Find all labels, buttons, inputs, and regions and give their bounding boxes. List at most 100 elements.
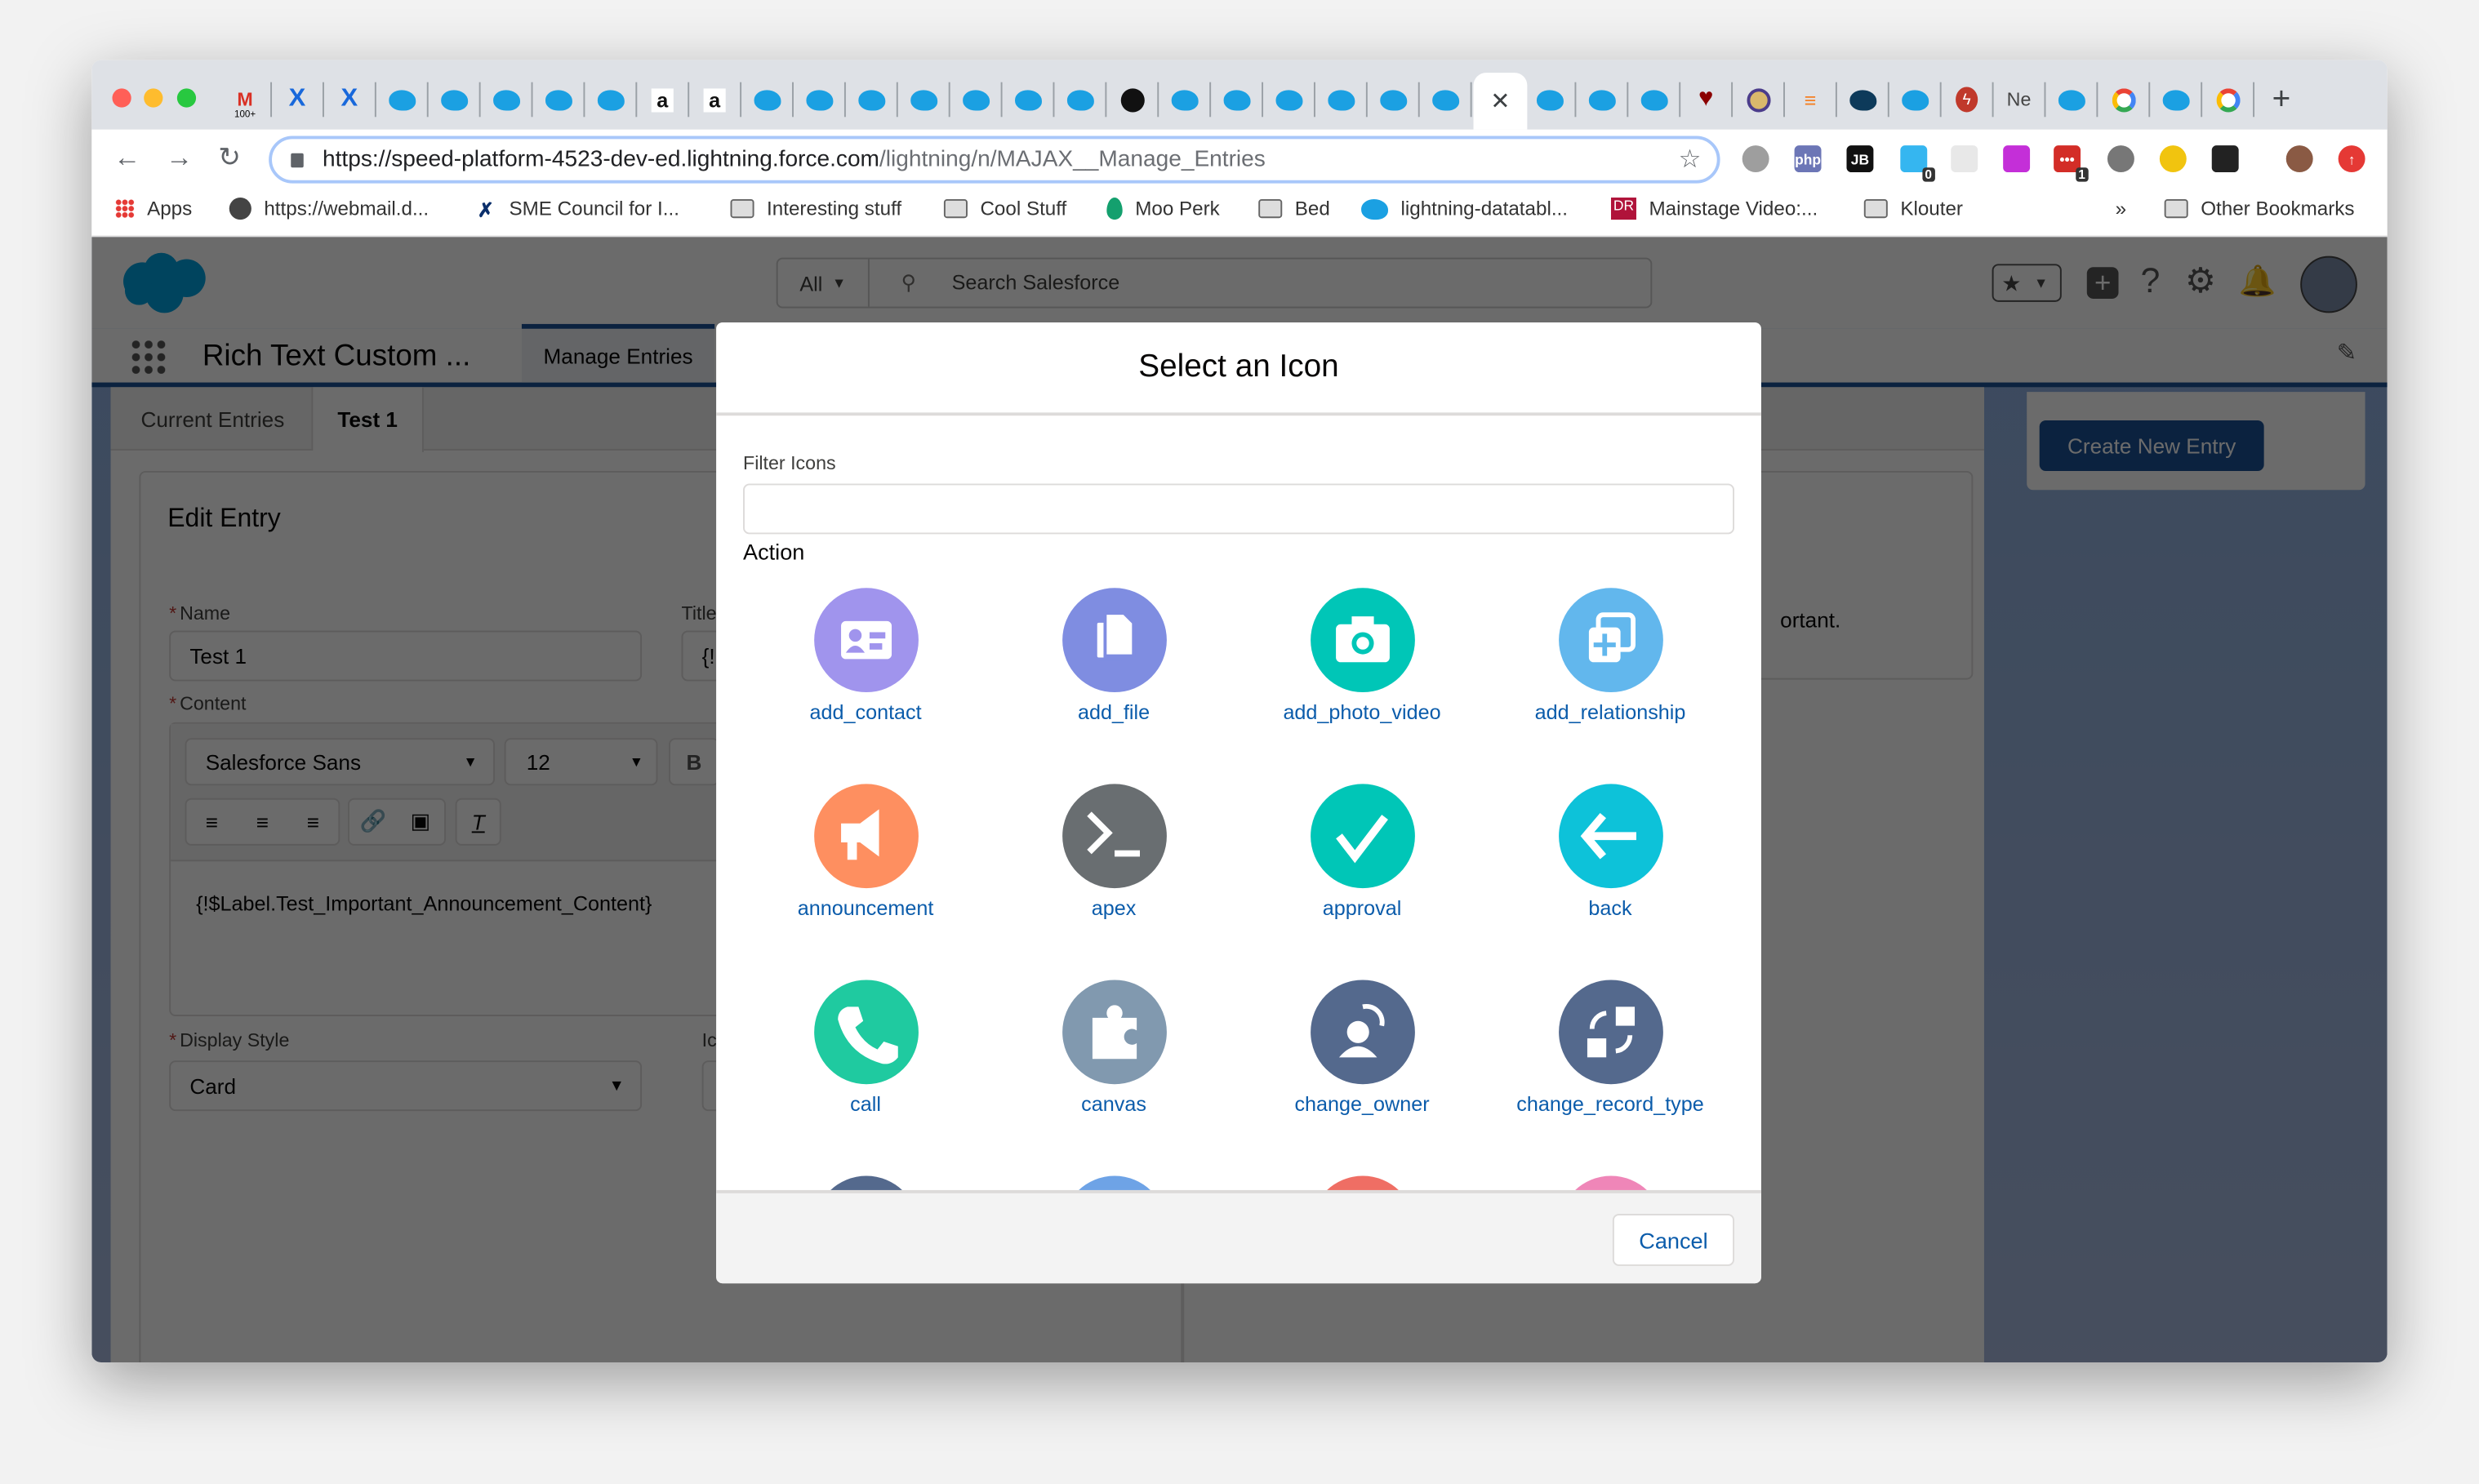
icon-option-canvas[interactable]: canvas bbox=[990, 980, 1238, 1116]
bookmark-item[interactable]: Apps bbox=[115, 198, 192, 220]
icon-option-change-record-type[interactable]: change_record_type bbox=[1486, 980, 1734, 1116]
tab-salesforce-cloud-icon[interactable] bbox=[2161, 86, 2190, 114]
tab-salesforce-cloud-icon[interactable] bbox=[492, 86, 520, 114]
align-right-icon[interactable]: ≡ bbox=[287, 810, 338, 833]
tab-salesforce-cloud-icon[interactable] bbox=[387, 86, 416, 114]
tab-salesforce-cloud-icon[interactable] bbox=[1275, 86, 1303, 114]
align-left-icon[interactable]: ≡ bbox=[186, 810, 237, 833]
close-tab-icon[interactable]: ✕ bbox=[1490, 87, 1510, 115]
bookmark-item[interactable]: Cool Stuff bbox=[943, 198, 1066, 220]
tab-salesforce-cloud-icon[interactable] bbox=[1170, 86, 1199, 114]
name-input[interactable]: Test 1 bbox=[169, 630, 643, 682]
rss-extension-icon[interactable] bbox=[2003, 145, 2031, 173]
search-scope-dropdown[interactable]: All ▼ bbox=[778, 259, 870, 307]
tab-salesforce-cloud-icon[interactable] bbox=[1900, 86, 1929, 114]
tab-salesforce-cloud-icon[interactable] bbox=[1378, 86, 1407, 114]
tab-salesforce-cloud-icon[interactable] bbox=[1013, 86, 1042, 114]
bold-button[interactable]: B bbox=[669, 738, 719, 786]
cancel-button[interactable]: Cancel bbox=[1612, 1214, 1735, 1266]
font-size-select[interactable]: 12 ▼ bbox=[504, 738, 658, 786]
create-new-entry-button[interactable]: Create New Entry bbox=[2039, 420, 2264, 471]
icon-option[interactable] bbox=[1238, 1175, 1486, 1190]
bookmark-star-icon[interactable]: ☆ bbox=[1679, 144, 1702, 176]
user-avatar[interactable] bbox=[2300, 255, 2357, 313]
font-family-select[interactable]: Salesforce Sans ▼ bbox=[185, 738, 496, 786]
tab-salesforce-cloud-icon[interactable] bbox=[857, 86, 885, 114]
bookmarks-overflow-button[interactable]: » bbox=[2116, 198, 2126, 220]
bookmark-item[interactable]: lightning-datatabl... bbox=[1361, 198, 1568, 220]
icon-option-change-owner[interactable]: change_owner bbox=[1238, 980, 1486, 1116]
tab-salesforce-cloud-icon[interactable] bbox=[1535, 86, 1564, 114]
tab-salesforce-cloud-icon[interactable] bbox=[1431, 86, 1459, 114]
tab-salesforce-cloud-icon[interactable] bbox=[1640, 86, 1668, 114]
jetbrains-extension-icon[interactable]: JB bbox=[1846, 145, 1874, 173]
back-button[interactable]: ← bbox=[113, 142, 140, 174]
icon-option-call[interactable]: call bbox=[741, 980, 990, 1116]
icon-option-announcement[interactable]: announcement bbox=[741, 784, 990, 920]
tab-salesforce-cloud-icon[interactable] bbox=[753, 86, 781, 114]
php-extension-icon[interactable]: php bbox=[1794, 145, 1822, 173]
icon-option-apex[interactable]: apex bbox=[990, 784, 1238, 920]
tab-heart-icon[interactable]: ♥ bbox=[1692, 86, 1720, 114]
tab-salesforce-cloud-icon[interactable] bbox=[1587, 86, 1616, 114]
upload-extension-icon[interactable]: ↑ bbox=[2338, 145, 2366, 173]
tab-salesforce-cloud-icon[interactable] bbox=[439, 86, 468, 114]
icon-option-approval[interactable]: approval bbox=[1238, 784, 1486, 920]
tab-current-entries[interactable]: Current Entries bbox=[113, 387, 314, 451]
tab-salesforce-cloud-icon[interactable] bbox=[909, 86, 937, 114]
clear-formatting-icon[interactable]: T bbox=[455, 798, 501, 846]
avatar-extension-icon[interactable] bbox=[2285, 145, 2313, 173]
nav-tab-manage-entries[interactable]: Manage Entries bbox=[521, 323, 715, 383]
close-window-button[interactable] bbox=[112, 88, 131, 108]
target-extension-icon[interactable] bbox=[2159, 145, 2187, 173]
filter-icons-input[interactable] bbox=[743, 483, 1735, 535]
ghost-extension-icon[interactable]: 0 bbox=[1900, 145, 1935, 182]
tab-google-icon[interactable] bbox=[2214, 86, 2242, 114]
tab-salesforce-cloud-icon[interactable] bbox=[805, 86, 834, 114]
help-icon[interactable]: ? bbox=[2141, 260, 2161, 301]
tab-cloud-dark-icon[interactable] bbox=[1848, 86, 1876, 114]
tab-ne-icon[interactable]: Ne bbox=[2005, 86, 2033, 114]
tab-salesforce-cloud-icon[interactable] bbox=[1222, 86, 1251, 114]
salesforce-logo[interactable] bbox=[117, 250, 211, 316]
content-text[interactable]: {!$Label.Test_Important_Announcement_Con… bbox=[196, 891, 652, 915]
minimize-window-button[interactable] bbox=[144, 88, 163, 108]
tab-github-icon[interactable] bbox=[1118, 86, 1146, 114]
new-tab-button[interactable]: + bbox=[2268, 82, 2296, 117]
icon-option-add-relationship[interactable]: add_relationship bbox=[1486, 588, 1734, 724]
global-create-button[interactable]: + bbox=[2086, 267, 2119, 299]
bookmark-item[interactable]: ✗ SME Council for I... bbox=[478, 198, 679, 221]
icon-option[interactable] bbox=[1486, 1175, 1734, 1190]
tab-amazon-icon[interactable]: a bbox=[648, 86, 677, 114]
tab-salesforce-cloud-icon[interactable] bbox=[544, 86, 572, 114]
gear-extension-icon[interactable] bbox=[1742, 145, 1769, 173]
tab-bolt-icon[interactable]: ϟ bbox=[1952, 86, 1981, 114]
tab-confluence-icon[interactable]: X bbox=[335, 86, 363, 114]
setup-gear-icon[interactable]: ⚙ bbox=[2185, 260, 2216, 301]
tab-salesforce-cloud-icon[interactable] bbox=[2057, 86, 2085, 114]
lastpass-extension-icon[interactable]: ••• 1 bbox=[2054, 145, 2089, 182]
icon-option-back[interactable]: back bbox=[1486, 784, 1734, 920]
tab-salesforce-cloud-icon[interactable] bbox=[1066, 86, 1094, 114]
react-extension-icon[interactable] bbox=[1951, 145, 1978, 173]
tab-salesforce-cloud-icon[interactable] bbox=[596, 86, 625, 114]
app-launcher-icon[interactable] bbox=[129, 338, 168, 376]
bookmark-item[interactable]: Moo Perk bbox=[1106, 198, 1220, 220]
link-icon[interactable]: 🔗 bbox=[349, 809, 397, 834]
tab-google-icon[interactable] bbox=[2109, 86, 2138, 114]
forward-button[interactable]: → bbox=[166, 142, 193, 174]
tab-gmail-icon[interactable]: M 100+ bbox=[231, 86, 260, 120]
search-input[interactable]: Search Salesforce bbox=[952, 270, 1120, 294]
tab-test-1[interactable]: Test 1 bbox=[313, 387, 424, 452]
gear-dark-extension-icon[interactable] bbox=[2107, 145, 2134, 173]
barcode-extension-icon[interactable] bbox=[2211, 145, 2239, 173]
icon-option-add-contact[interactable]: add_contact bbox=[741, 588, 990, 724]
tab-active[interactable]: ✕ bbox=[1473, 73, 1528, 130]
icon-option-add-file[interactable]: add_file bbox=[990, 588, 1238, 724]
tab-salesforce-cloud-icon[interactable] bbox=[1326, 86, 1355, 114]
bookmark-item[interactable]: DR Mainstage Video:... bbox=[1610, 198, 1818, 220]
tab-amazon-icon[interactable]: a bbox=[701, 86, 729, 114]
bookmark-item[interactable]: https://webmail.d... bbox=[229, 198, 429, 220]
favorites-button[interactable]: ★ ▼ bbox=[1992, 264, 2062, 302]
other-bookmarks[interactable]: Other Bookmarks bbox=[2164, 198, 2355, 220]
